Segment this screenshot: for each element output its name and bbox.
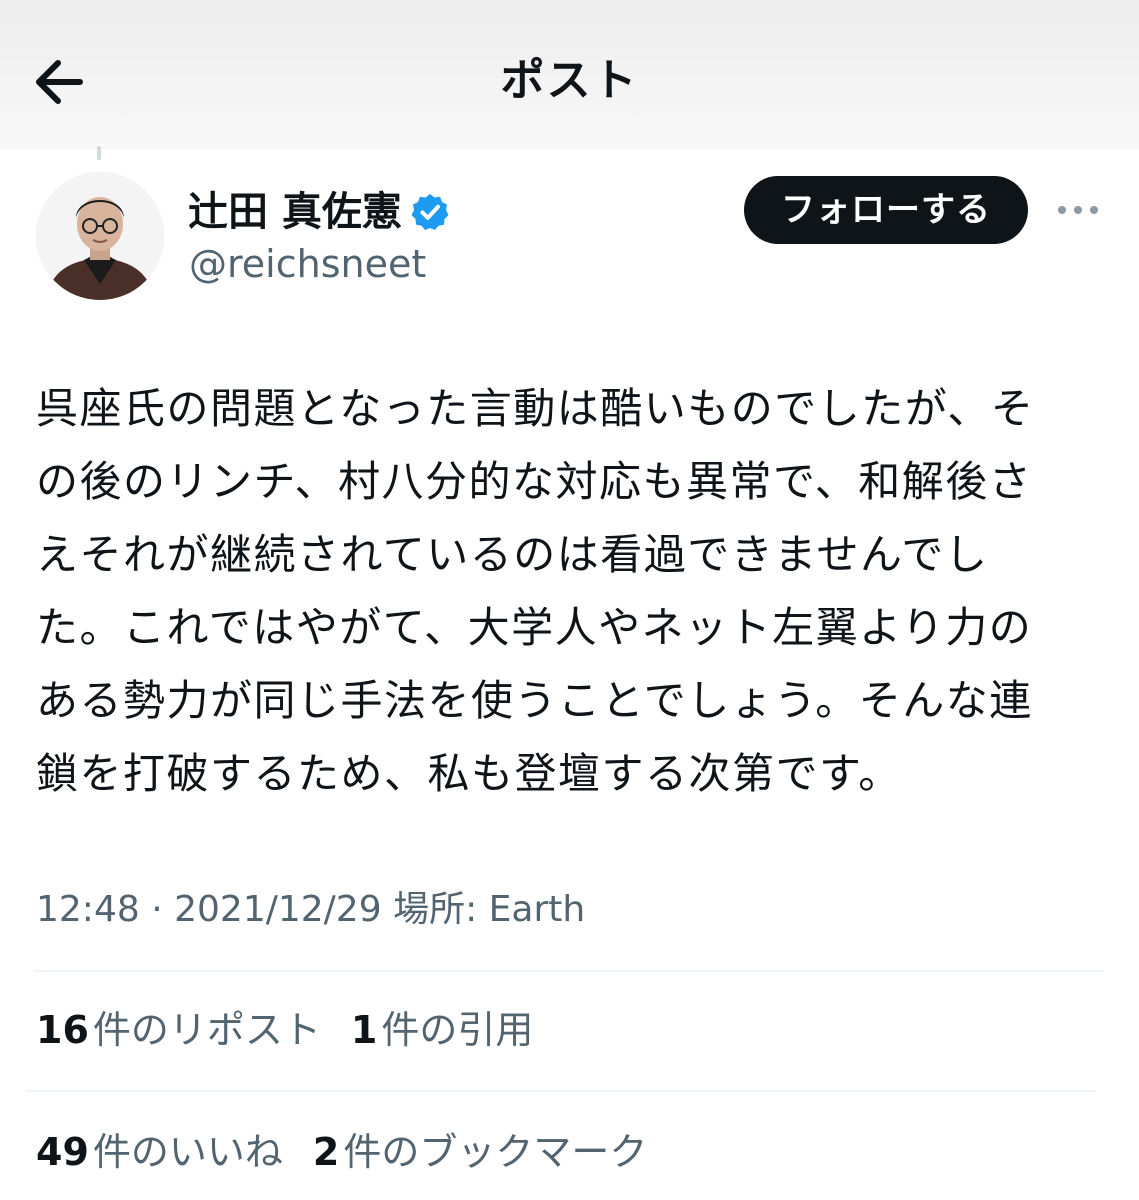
like-count-link[interactable]: 49 件のいいね — [36, 1121, 283, 1183]
divider — [34, 970, 1104, 972]
post-text-line: の後のリンチ、村八分的な対応も異常で、和解後さ — [36, 457, 1033, 506]
thread-connector-line — [97, 146, 101, 160]
quote-count-link[interactable]: 1 件の引用 — [351, 999, 533, 1061]
post-metadata: 12:48 · 2021/12/29 場所: Earth — [36, 880, 585, 940]
like-count: 49 — [36, 1130, 89, 1174]
post-detail-page: ポスト 辻田 真佐憲 @reichsneet フォローする 呉座氏の問題となった… — [0, 0, 1139, 1200]
avatar-photo — [36, 172, 164, 300]
top-nav-bar: ポスト — [0, 0, 1139, 150]
follow-button[interactable]: フォローする — [744, 176, 1028, 244]
repost-count-link[interactable]: 16 件のリポスト — [36, 999, 321, 1061]
more-horizontal-icon — [1058, 206, 1098, 214]
engagement-stats-row: 49 件のいいね 2 件のブックマーク — [36, 1121, 677, 1183]
repost-count: 16 — [36, 1008, 89, 1052]
post-text-line: えそれが継続されているのは看過できませんでし — [36, 530, 989, 579]
post-text-line: ある勢力が同じ手法を使うことでしょう。そんな連 — [36, 676, 1033, 725]
post-time[interactable]: 12:48 — [36, 889, 140, 930]
engagement-stats-row: 16 件のリポスト 1 件の引用 — [36, 999, 563, 1061]
page-title: ポスト — [500, 55, 639, 106]
post-text-line: 鎖を打破するため、私も登壇する次第です。 — [36, 749, 902, 798]
verified-badge-icon — [410, 192, 450, 232]
post-text-line: 呉座氏の問題となった言動は酷いものでしたが、そ — [36, 384, 1035, 433]
bookmark-label: 件のブックマーク — [343, 1130, 648, 1174]
meta-separator: · — [151, 889, 163, 930]
location-label: 場所: — [393, 889, 478, 930]
bookmark-count: 2 — [312, 1130, 340, 1174]
post-body-text: 呉座氏の問題となった言動は酷いものでしたが、そ の後のリンチ、村八分的な対応も異… — [36, 372, 1108, 810]
more-options-button[interactable] — [1054, 192, 1102, 228]
post-date[interactable]: 2021/12/29 — [174, 889, 382, 930]
author-display-name[interactable]: 辻田 真佐憲 — [188, 186, 402, 238]
location-value: Earth — [488, 889, 586, 930]
bookmark-count-link[interactable]: 2 件のブックマーク — [313, 1121, 647, 1183]
author-username[interactable]: @reichsneet — [189, 238, 426, 290]
quote-label: 件の引用 — [381, 1008, 534, 1052]
quote-count: 1 — [350, 1008, 378, 1052]
author-name-row: 辻田 真佐憲 — [188, 184, 450, 240]
avatar[interactable] — [36, 172, 164, 300]
divider — [26, 1090, 1096, 1092]
repost-label: 件のリポスト — [92, 1008, 321, 1052]
post-text-line: た。これではやがて、大学人やネット左翼より力の — [36, 603, 1033, 652]
like-label: 件のいいね — [92, 1130, 283, 1174]
